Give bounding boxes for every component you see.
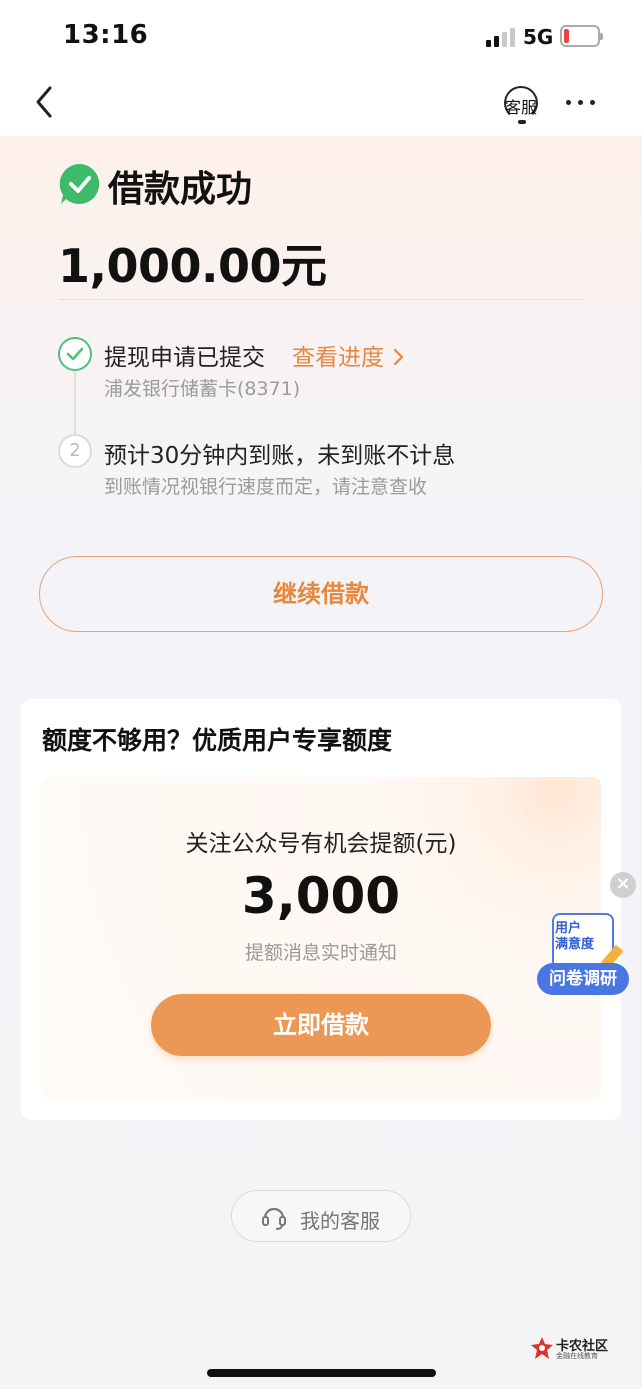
step-2-sub: 到账情况视银行速度而定，请注意查收 — [104, 476, 428, 498]
survey-label: 问卷调研 — [537, 963, 629, 995]
check-circle-icon — [58, 337, 92, 371]
survey-float-button[interactable]: 用户 满意度 问卷调研 — [537, 911, 632, 997]
promo-card: 额度不够用？优质用户专享额度 关注公众号有机会提额(元) 3,000 提额消息实… — [21, 699, 621, 1120]
success-check-icon — [58, 162, 102, 206]
view-progress-link[interactable]: 查看进度 — [292, 338, 405, 372]
customer-service-button[interactable]: 客服 — [500, 86, 542, 126]
watermark-tagline: 金融在线教育 — [556, 1352, 598, 1360]
network-type: 5G — [523, 25, 554, 49]
divider — [58, 299, 584, 300]
promo-amount: 3,000 — [241, 867, 401, 925]
signal-icon — [486, 27, 516, 47]
customer-service-label: 客服 — [504, 98, 537, 117]
promo-sub: 提额消息实时通知 — [244, 942, 397, 964]
step-2-title: 预计30分钟内到账，未到账不计息 — [104, 443, 456, 469]
promo-label: 关注公众号有机会提额(元) — [185, 831, 457, 857]
chevron-right-icon — [391, 345, 405, 371]
chevron-left-icon[interactable] — [28, 82, 64, 124]
watermark: 卡农社区 金融在线教育 — [530, 1334, 635, 1364]
loan-amount: 1,000.00元 — [58, 239, 327, 293]
promo-title: 额度不够用？优质用户专享额度 — [42, 726, 393, 755]
close-icon[interactable]: × — [610, 872, 636, 898]
step-1-title: 提现申请已提交 — [104, 345, 265, 371]
kanong-logo-icon — [530, 1336, 554, 1360]
loan-success-page: 13:16 5G 客服 借款成功 1,000.00元 提现申请已提交 查看进度 … — [0, 0, 642, 1389]
more-dots-icon[interactable] — [566, 100, 598, 108]
battery-icon — [560, 25, 603, 47]
step-connector — [74, 372, 76, 434]
continue-borrow-button[interactable]: 继续借款 — [39, 556, 603, 632]
status-bar: 13:16 5G — [0, 0, 642, 72]
step-2-number: 2 — [58, 434, 92, 468]
home-indicator[interactable] — [207, 1369, 436, 1377]
my-service-label: 我的客服 — [300, 1209, 380, 1233]
survey-paper-text: 用户 满意度 — [555, 921, 595, 952]
headset-icon — [260, 1203, 288, 1231]
nav-bar: 客服 — [0, 72, 642, 135]
borrow-now-button[interactable]: 立即借款 — [151, 994, 491, 1056]
promo-panel: 关注公众号有机会提额(元) 3,000 提额消息实时通知 立即借款 — [41, 777, 601, 1100]
status-time: 13:16 — [63, 20, 149, 50]
page-title: 借款成功 — [108, 169, 253, 210]
my-service-button[interactable]: 我的客服 — [231, 1190, 411, 1242]
step-1-sub: 浦发银行储蓄卡(8371) — [104, 378, 301, 400]
view-progress-label: 查看进度 — [292, 345, 384, 371]
